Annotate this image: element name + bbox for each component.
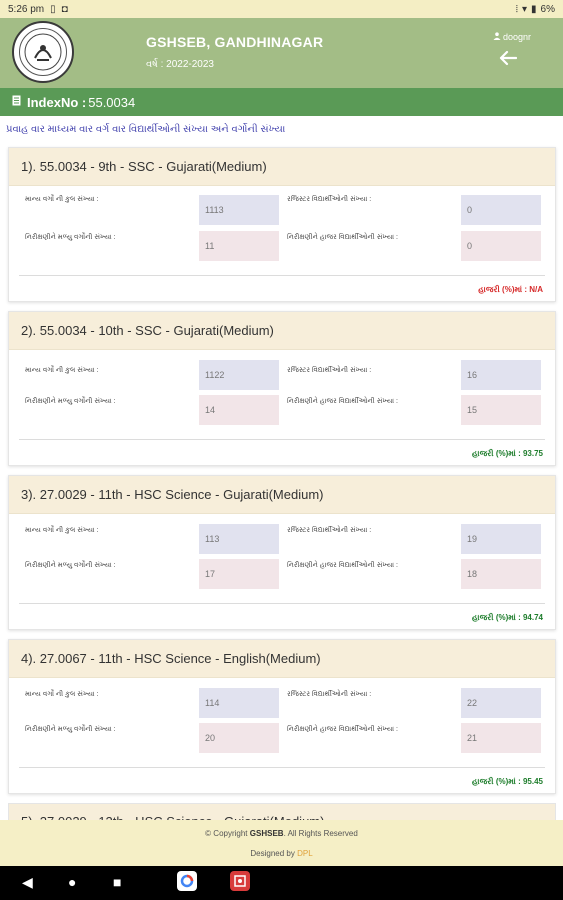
- copyright-org: GSHSEB: [249, 829, 284, 838]
- recents-nav-icon[interactable]: ■: [113, 874, 121, 890]
- battery-icon: ▮: [531, 3, 537, 15]
- attendance-percent: હાજરી (%)માં : N/A: [478, 285, 543, 294]
- academic-year: વર્ષ : 2022-2023: [146, 59, 214, 70]
- registered-students-value: 22: [461, 688, 541, 718]
- present-students-label: નિરીક્ષણીને હાજર વિદ્યાર્થીઓની સંખ્યા :: [287, 398, 398, 405]
- index-bar: IndexNo : 55.0034: [0, 88, 563, 116]
- card-divider: [19, 275, 545, 276]
- registered-students-value: 0: [461, 195, 541, 225]
- back-nav-icon[interactable]: ◀: [22, 874, 33, 891]
- gshseb-logo: [12, 21, 74, 83]
- registered-students-value: 16: [461, 360, 541, 390]
- inspected-classes-label: નિરીક્ષણીને મળ્યુ વર્ગોની સંખ્યા :: [25, 726, 116, 733]
- attendance-percent: હાજરી (%)માં : 95.45: [471, 777, 543, 786]
- registered-students-label: રજિસ્ટર વિદ્યાર્થીઓની સંખ્યા :: [287, 367, 372, 374]
- card-divider: [19, 603, 545, 604]
- username: doognr: [502, 32, 531, 42]
- card-title: 4). 27.0067 - 11th - HSC Science - Engli…: [9, 640, 555, 678]
- present-students-label: નિરીક્ષણીને હાજર વિદ્યાર્થીઓની સંખ્યા :: [287, 562, 398, 569]
- copyright-line: © Copyright GSHSEB. All Rights Reserved: [205, 829, 358, 838]
- designer-link[interactable]: DPL: [297, 849, 313, 858]
- present-students-value: 15: [461, 395, 541, 425]
- designed-by-line: Designed by DPL: [250, 849, 313, 858]
- present-students-label: નિરીક્ષણીને હાજર વિદ્યાર્થીઓની સંખ્યા :: [287, 234, 398, 241]
- card-divider: [19, 439, 545, 440]
- attendance-percent: હાજરી (%)માં : 94.74: [471, 613, 543, 622]
- stream-card: 2). 55.0034 - 10th - SSC - Gujarati(Medi…: [8, 311, 556, 466]
- back-button[interactable]: [499, 46, 518, 71]
- present-students-value: 0: [461, 231, 541, 261]
- index-label: IndexNo :: [27, 94, 87, 110]
- total-classes-value: 1122: [199, 360, 279, 390]
- status-bar: 5:26 pm ▯ ◘ ⦙ ▾ ▮ 6%: [0, 0, 563, 18]
- registered-students-value: 19: [461, 524, 541, 554]
- total-classes-label: માન્ય વર્ગો ની કુલ સંખ્યા :: [25, 367, 99, 374]
- inspected-classes-label: નિરીક્ષણીને મળ્યુ વર્ગોની સંખ્યા :: [25, 398, 116, 405]
- total-classes-value: 1113: [199, 195, 279, 225]
- vibrate-icon: ⦙: [515, 3, 518, 15]
- sim-icon: ▯: [50, 3, 56, 15]
- app-shortcut-icon[interactable]: [230, 871, 250, 891]
- header-title: GSHSEB, GANDHINAGAR: [146, 34, 324, 50]
- present-students-label: નિરીક્ષણીને હાજર વિદ્યાર્થીઓની સંખ્યા :: [287, 726, 398, 733]
- total-classes-value: 114: [199, 688, 279, 718]
- index-value: 55.0034: [88, 94, 136, 110]
- arrow-left-icon: [499, 46, 518, 71]
- registered-students-label: રજિસ્ટર વિદ્યાર્થીઓની સંખ્યા :: [287, 196, 372, 203]
- registered-students-label: રજિસ્ટર વિદ્યાર્થીઓની સંખ્યા :: [287, 691, 372, 698]
- card-title: 1). 55.0034 - 9th - SSC - Gujarati(Mediu…: [9, 148, 555, 186]
- google-app-icon[interactable]: [177, 871, 197, 891]
- stream-card: 1). 55.0034 - 9th - SSC - Gujarati(Mediu…: [8, 147, 556, 302]
- total-classes-label: માન્ય વર્ગો ની કુલ સંખ્યા :: [25, 691, 99, 698]
- battery-level: 6%: [540, 3, 555, 15]
- stream-card: 3). 27.0029 - 11th - HSC Science - Gujar…: [8, 475, 556, 630]
- inspected-classes-value: 14: [199, 395, 279, 425]
- total-classes-value: 113: [199, 524, 279, 554]
- notification-icon: ◘: [61, 3, 68, 15]
- user-info: doognr: [493, 32, 531, 42]
- status-time: 5:26 pm: [8, 3, 45, 15]
- present-students-value: 21: [461, 723, 541, 753]
- inspected-classes-value: 20: [199, 723, 279, 753]
- stream-card: 4). 27.0067 - 11th - HSC Science - Engli…: [8, 639, 556, 794]
- attendance-percent: હાજરી (%)માં : 93.75: [471, 449, 543, 458]
- inspected-classes-label: નિરીક્ષણીને મળ્યુ વર્ગોની સંખ્યા :: [25, 562, 116, 569]
- wifi-icon: ▾: [522, 3, 528, 15]
- inspected-classes-label: નિરીક્ષણીને મળ્યુ વર્ગોની સંખ્યા :: [25, 234, 116, 241]
- home-nav-icon[interactable]: ●: [68, 874, 76, 890]
- registered-students-label: રજિસ્ટર વિદ્યાર્થીઓની સંખ્યા :: [287, 527, 372, 534]
- total-classes-label: માન્ય વર્ગો ની કુલ સંખ્યા :: [25, 196, 99, 203]
- inspected-classes-value: 17: [199, 559, 279, 589]
- document-icon: [12, 95, 21, 109]
- card-title: 2). 55.0034 - 10th - SSC - Gujarati(Medi…: [9, 312, 555, 350]
- card-title: 3). 27.0029 - 11th - HSC Science - Gujar…: [9, 476, 555, 514]
- person-icon: [493, 32, 501, 42]
- page-subtitle: પ્રવાહ વાર માધ્યમ વાર વર્ગ વાર વિદ્યાર્થ…: [6, 124, 286, 135]
- footer: © Copyright GSHSEB. All Rights Reserved …: [0, 820, 563, 866]
- card-divider: [19, 767, 545, 768]
- total-classes-label: માન્ય વર્ગો ની કુલ સંખ્યા :: [25, 527, 99, 534]
- inspected-classes-value: 11: [199, 231, 279, 261]
- app-header: GSHSEB, GANDHINAGAR વર્ષ : 2022-2023 doo…: [0, 18, 563, 88]
- present-students-value: 18: [461, 559, 541, 589]
- system-nav-bar: ◀ ● ■: [0, 866, 563, 900]
